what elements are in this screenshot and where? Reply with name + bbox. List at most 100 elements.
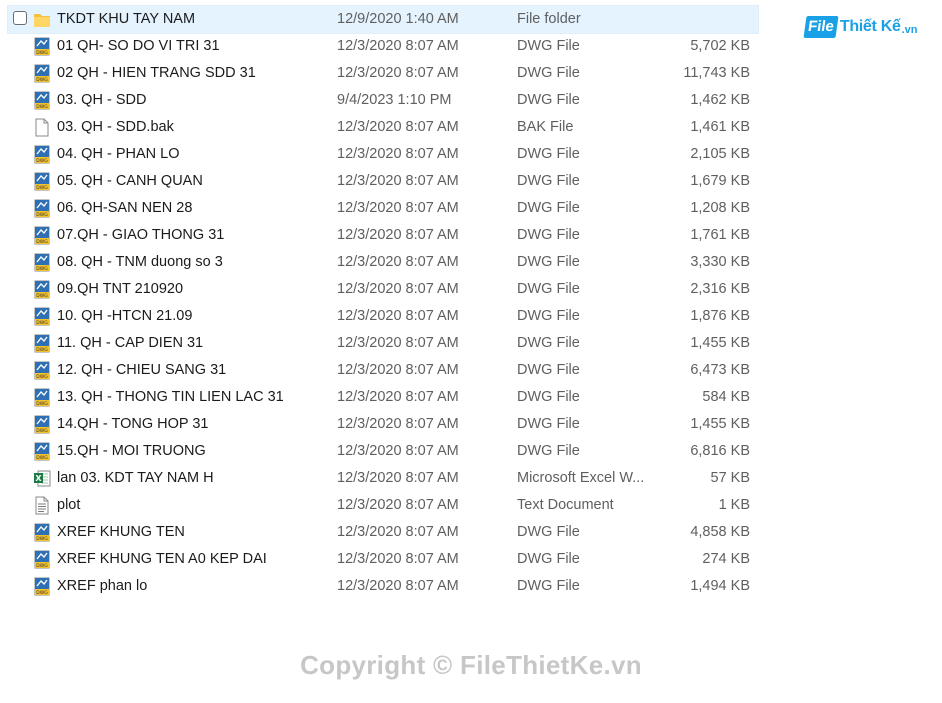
file-size: 1,462 KB: [690, 92, 750, 108]
file-type: DWG File: [517, 416, 580, 432]
file-row[interactable]: plot 12/3/2020 8:07 AM Text Document 1 KB: [8, 492, 758, 519]
file-date-modified: 12/3/2020 8:07 AM: [337, 335, 459, 351]
file-row[interactable]: DWG 15.QH - MOI TRUONG 12/3/2020 8:07 AM DW…: [8, 438, 758, 465]
file-date-modified: 12/3/2020 8:07 AM: [337, 551, 459, 567]
file-date-modified: 12/3/2020 8:07 AM: [337, 173, 459, 189]
site-logo: File Thiết Kế .vn: [803, 14, 917, 40]
file-row[interactable]: DWG 09.QH TNT 210920 12/3/2020 8:07 AM DWG …: [8, 276, 758, 303]
file-row[interactable]: DWG 11. QH - CAP DIEN 31 12/3/2020 8:07 AM…: [8, 330, 758, 357]
file-date-modified: 12/3/2020 8:07 AM: [337, 65, 459, 81]
file-name: 06. QH-SAN NEN 28: [57, 200, 193, 216]
file-row[interactable]: DWG XREF phan lo 12/3/2020 8:07 AM DWG File…: [8, 573, 758, 600]
logo-mark: File: [803, 16, 839, 38]
file-row[interactable]: DWG 05. QH - CANH QUAN 12/3/2020 8:07 AM DW…: [8, 168, 758, 195]
file-size: 1,761 KB: [690, 227, 750, 243]
file-size: 584 KB: [702, 389, 750, 405]
file-row[interactable]: Xlan 03. KDT TAY NAM H 12/3/2020 8:07 AM M…: [8, 465, 758, 492]
dwg-file-icon: DWG: [33, 37, 51, 56]
file-row[interactable]: 03. QH - SDD.bak 12/3/2020 8:07 AM BAK Fil…: [8, 114, 758, 141]
file-type: DWG File: [517, 524, 580, 540]
file-date-modified: 12/9/2020 1:40 AM: [337, 11, 459, 27]
file-type: BAK File: [517, 119, 574, 135]
file-type: DWG File: [517, 551, 580, 567]
file-row[interactable]: DWG 14.QH - TONG HOP 31 12/3/2020 8:07 AM D…: [8, 411, 758, 438]
file-row[interactable]: DWG 12. QH - CHIEU SANG 31 12/3/2020 8:07 …: [8, 357, 758, 384]
svg-text:X: X: [35, 474, 42, 483]
file-size: 11,743 KB: [683, 65, 750, 81]
file-type: DWG File: [517, 443, 580, 459]
dwg-file-icon: DWG: [33, 442, 51, 461]
svg-text:DWG: DWG: [36, 536, 48, 542]
row-checkbox[interactable]: [13, 11, 27, 25]
excel-file-icon: X: [33, 469, 51, 488]
svg-text:DWG: DWG: [36, 77, 48, 83]
file-row[interactable]: DWG 10. QH -HTCN 21.09 12/3/2020 8:07 AM DW…: [8, 303, 758, 330]
file-name: 03. QH - SDD.bak: [57, 119, 174, 135]
svg-text:DWG: DWG: [36, 347, 48, 353]
dwg-file-icon: DWG: [33, 415, 51, 434]
file-size: 6,816 KB: [690, 443, 750, 459]
blank-file-icon: [33, 118, 51, 137]
dwg-file-icon: DWG: [33, 145, 51, 164]
file-type: DWG File: [517, 200, 580, 216]
file-date-modified: 12/3/2020 8:07 AM: [337, 497, 459, 513]
file-row[interactable]: DWG 13. QH - THONG TIN LIEN LAC 31 12/3/20…: [8, 384, 758, 411]
file-type: DWG File: [517, 38, 580, 54]
text-file-icon: [33, 496, 51, 515]
file-row[interactable]: DWG 07.QH - GIAO THONG 31 12/3/2020 8:07 A…: [8, 222, 758, 249]
file-name: 08. QH - TNM duong so 3: [57, 254, 223, 270]
file-size: 1,461 KB: [690, 119, 750, 135]
file-size: 2,105 KB: [690, 146, 750, 162]
file-name: XREF KHUNG TEN: [57, 524, 185, 540]
file-row[interactable]: TKDT KHU TAY NAM 12/9/2020 1:40 AM File fo…: [7, 5, 759, 34]
dwg-file-icon: DWG: [33, 280, 51, 299]
folder-icon: [33, 10, 51, 29]
file-name: XREF phan lo: [57, 578, 148, 594]
file-type: DWG File: [517, 227, 580, 243]
file-date-modified: 12/3/2020 8:07 AM: [337, 524, 459, 540]
dwg-file-icon: DWG: [33, 388, 51, 407]
file-type: File folder: [517, 11, 581, 27]
svg-text:DWG: DWG: [36, 293, 48, 299]
dwg-file-icon: DWG: [33, 64, 51, 83]
file-name: 02 QH - HIEN TRANG SDD 31: [57, 65, 256, 81]
svg-text:DWG: DWG: [36, 320, 48, 326]
file-row[interactable]: DWG 02 QH - HIEN TRANG SDD 31 12/3/2020 8:…: [8, 60, 758, 87]
file-size: 1,876 KB: [690, 308, 750, 324]
file-size: 1,679 KB: [690, 173, 750, 189]
file-row[interactable]: DWG 08. QH - TNM duong so 3 12/3/2020 8:07…: [8, 249, 758, 276]
file-type: DWG File: [517, 335, 580, 351]
file-type: DWG File: [517, 281, 580, 297]
file-row[interactable]: DWG 03. QH - SDD 9/4/2023 1:10 PM DWG File 1…: [8, 87, 758, 114]
file-row[interactable]: DWG 04. QH - PHAN LO 12/3/2020 8:07 AM DWG …: [8, 141, 758, 168]
file-row[interactable]: DWG XREF KHUNG TEN 12/3/2020 8:07 AM DWG Fi…: [8, 519, 758, 546]
file-name: 15.QH - MOI TRUONG: [57, 443, 206, 459]
svg-text:DWG: DWG: [36, 185, 48, 191]
file-size: 4,858 KB: [690, 524, 750, 540]
file-date-modified: 9/4/2023 1:10 PM: [337, 92, 452, 108]
dwg-file-icon: DWG: [33, 334, 51, 353]
file-row[interactable]: DWG XREF KHUNG TEN A0 KEP DAI 12/3/2020 8:…: [8, 546, 758, 573]
file-name: 05. QH - CANH QUAN: [57, 173, 203, 189]
file-type: Microsoft Excel W...: [517, 470, 645, 486]
file-size: 57 KB: [710, 470, 751, 486]
file-size: 1,494 KB: [690, 578, 750, 594]
file-name: 12. QH - CHIEU SANG 31: [57, 362, 227, 378]
file-date-modified: 12/3/2020 8:07 AM: [337, 146, 459, 162]
file-name: lan 03. KDT TAY NAM H: [57, 470, 214, 486]
file-row[interactable]: DWG 01 QH- SO DO VI TRI 31 12/3/2020 8:07 …: [8, 33, 758, 60]
file-date-modified: 12/3/2020 8:07 AM: [337, 470, 459, 486]
file-date-modified: 12/3/2020 8:07 AM: [337, 443, 459, 459]
file-name: 13. QH - THONG TIN LIEN LAC 31: [57, 389, 284, 405]
svg-text:DWG: DWG: [36, 104, 48, 110]
file-name: TKDT KHU TAY NAM: [57, 11, 196, 27]
file-size: 5,702 KB: [690, 38, 750, 54]
file-row[interactable]: DWG 06. QH-SAN NEN 28 12/3/2020 8:07 AM DWG…: [8, 195, 758, 222]
file-type: DWG File: [517, 173, 580, 189]
file-type: DWG File: [517, 362, 580, 378]
logo-text: Thiết Kế: [839, 18, 901, 35]
svg-text:DWG: DWG: [36, 455, 48, 461]
dwg-file-icon: DWG: [33, 91, 51, 110]
file-name: 11. QH - CAP DIEN 31: [57, 335, 204, 351]
file-type: Text Document: [517, 497, 614, 513]
